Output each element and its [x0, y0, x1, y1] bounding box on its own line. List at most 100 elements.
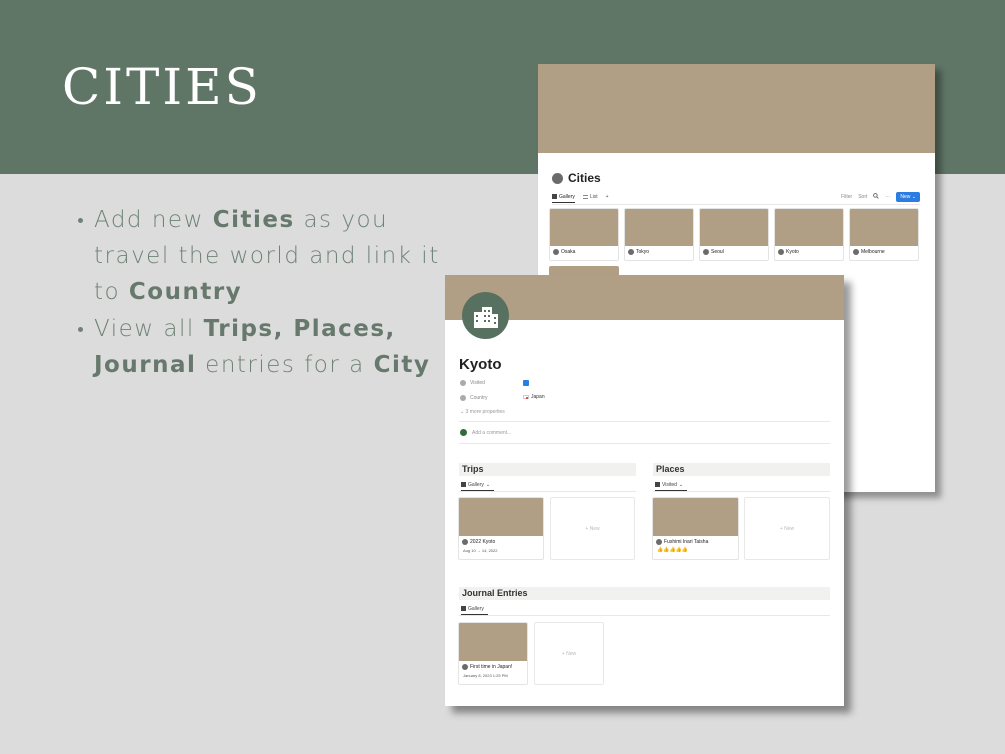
divider [459, 421, 830, 422]
more-properties-toggle[interactable]: ⌄ 3 more properties [460, 409, 505, 415]
feature-bullet-view-entries: View all Trips, Places, Journal entries … [78, 311, 458, 383]
bullet-bold: Country [128, 279, 243, 305]
trip-card[interactable]: 2022 Kyoto Aug 10 → 14, 2022 [458, 497, 544, 560]
comment-row[interactable]: Add a comment... [460, 429, 511, 436]
journal-view-tab[interactable]: Gallery [461, 603, 488, 615]
chevron-down-icon: ⌄ [678, 481, 684, 488]
filter-button[interactable]: Filter [841, 194, 852, 200]
property-country: Country [460, 395, 488, 401]
add-place-button[interactable]: + New [744, 497, 830, 560]
view-label: Visited [662, 481, 677, 488]
places-view-tab[interactable]: Visited ⌄ [655, 479, 688, 491]
new-button[interactable]: New ⌄ [896, 192, 920, 202]
bullet-bold: Cities [212, 207, 295, 233]
gallery-icon [552, 194, 557, 199]
feature-bullet-add-cities: Add new Cities as you travel the world a… [78, 202, 458, 310]
city-icon [553, 249, 559, 255]
card-title: Fushimi Inari Taisha [664, 539, 709, 545]
card-date: January 8, 2023 1:25 PM [463, 673, 508, 678]
rating: 👍👍👍👍👍 [657, 547, 689, 553]
bullet-dot [78, 327, 83, 332]
gallery-card[interactable]: Osaka [549, 208, 619, 261]
gallery-card[interactable]: Seoul [699, 208, 769, 261]
city-icon [853, 249, 859, 255]
tab-label: List [589, 194, 598, 200]
card-dates: Aug 10 → 14, 2022 [463, 548, 498, 553]
card-title: Osaka [561, 249, 576, 255]
place-icon [656, 539, 662, 545]
chevron-down-icon: ⌄ [485, 481, 491, 488]
database-toolbar: Gallery List + Filter Sort ··· New ⌄ [552, 191, 920, 203]
list-icon [582, 195, 588, 199]
trips-section-header: Trips [459, 463, 636, 476]
kyoto-page-screenshot: Kyoto Visited Country Japan ⌄ 3 more pro… [445, 275, 844, 706]
cities-gallery: Osaka Tokyo Seoul Kyoto Melbourne [549, 208, 919, 261]
divider [459, 443, 830, 444]
more-options-button[interactable]: ··· [885, 194, 890, 200]
card-title: First time in Japan! [470, 664, 513, 670]
divider [459, 615, 830, 616]
card-cover [700, 209, 768, 246]
page-title: Kyoto [459, 356, 502, 373]
card-title: Melbourne [861, 249, 885, 255]
divider [459, 491, 636, 492]
property-visited: Visited [460, 380, 485, 386]
comment-placeholder[interactable]: Add a comment... [472, 430, 511, 436]
tab-list[interactable]: List [582, 191, 598, 203]
tab-label: Gallery [559, 193, 575, 200]
gallery-icon [461, 482, 466, 487]
relation-property-icon [460, 395, 466, 401]
checkbox-checked-icon[interactable] [523, 380, 529, 386]
card-cover [459, 498, 543, 536]
country-value[interactable]: Japan [523, 394, 545, 400]
card-cover [653, 498, 738, 536]
add-trip-button[interactable]: + New [550, 497, 635, 560]
card-cover [550, 209, 618, 246]
journal-card[interactable]: First time in Japan! January 8, 2023 1:2… [458, 622, 528, 685]
card-title: 2022 Kyoto [470, 539, 496, 545]
hero-title: CITIES [62, 58, 262, 116]
city-icon [628, 249, 634, 255]
page-header: Cities [552, 171, 601, 185]
property-label: Visited [470, 380, 485, 386]
search-icon[interactable] [873, 193, 880, 201]
card-cover [850, 209, 918, 246]
more-properties-label: 3 more properties [465, 409, 505, 415]
places-section-header: Places [653, 463, 830, 476]
card-title: Kyoto [786, 249, 799, 255]
gallery-card[interactable]: Melbourne [849, 208, 919, 261]
city-icon [552, 172, 563, 184]
add-view-button[interactable]: + [606, 191, 609, 203]
journal-icon [462, 664, 468, 670]
add-journal-entry-button[interactable]: + New [534, 622, 604, 685]
bullet-dot [78, 218, 83, 223]
country-link[interactable]: Japan [531, 394, 545, 400]
trip-icon [462, 539, 468, 545]
building-icon [462, 292, 509, 339]
card-title: Seoul [711, 249, 724, 255]
visited-value[interactable] [523, 380, 529, 386]
gallery-icon [655, 482, 660, 487]
chevron-down-icon: ⌄ [911, 194, 916, 200]
property-label: Country [470, 395, 488, 401]
tab-gallery[interactable]: Gallery [552, 191, 575, 203]
gallery-card[interactable]: Tokyo [624, 208, 694, 261]
sort-button[interactable]: Sort [858, 194, 867, 200]
card-title: Tokyo [636, 249, 650, 255]
card-cover [625, 209, 693, 246]
divider [653, 491, 830, 492]
bullet-bold: City [373, 352, 431, 378]
japan-flag-icon [523, 395, 529, 399]
bullet-text: View all [94, 316, 204, 342]
card-cover [459, 623, 527, 661]
place-card[interactable]: Fushimi Inari Taisha 👍👍👍👍👍 [652, 497, 739, 560]
bullet-text: entries for a [196, 352, 374, 378]
gallery-icon [461, 606, 466, 611]
journal-section-header: Journal Entries [459, 587, 830, 600]
city-icon [703, 249, 709, 255]
avatar [460, 429, 467, 436]
gallery-card[interactable]: Kyoto [774, 208, 844, 261]
trips-view-tab[interactable]: Gallery ⌄ [461, 479, 495, 491]
checkbox-property-icon [460, 380, 466, 386]
bullet-text: Add new [94, 207, 213, 233]
